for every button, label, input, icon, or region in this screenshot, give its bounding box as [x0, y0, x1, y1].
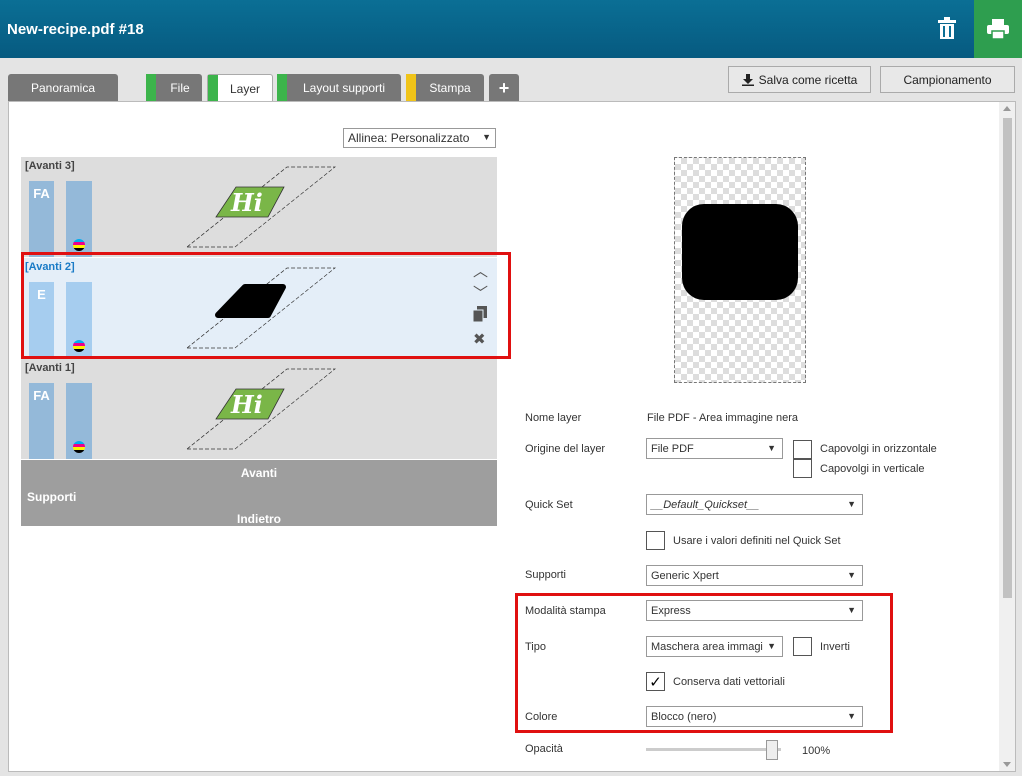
layer-item-avanti-3[interactable]: [Avanti 3] FA Hi	[21, 157, 497, 257]
app-header: New-recipe.pdf #18	[0, 0, 1022, 58]
layer-item-avanti-1[interactable]: [Avanti 1] FA Hi	[21, 359, 497, 459]
print-button[interactable]	[974, 0, 1022, 58]
trash-icon	[938, 17, 956, 39]
layer-type-badge: FA	[29, 181, 54, 257]
color-bar	[66, 181, 92, 257]
opacity-label: Opacità	[525, 743, 563, 755]
layer-name: [Avanti 1]	[25, 362, 75, 374]
origin-value: File PDF	[651, 442, 694, 455]
layer-thumbnail: Hi	[186, 368, 336, 450]
tab-label: Panoramica	[30, 81, 96, 95]
quickset-label: Quick Set	[525, 499, 573, 511]
tab-label: Stampa	[429, 81, 471, 95]
layer-name-label: Nome layer	[525, 412, 582, 424]
dropdown-arrow-icon: ▼	[847, 570, 856, 580]
supports-panel: Avanti Supporti Indietro	[21, 460, 497, 526]
layer-panel: Allinea: Personalizzato ▼ [Avanti 3] FA …	[8, 101, 1016, 772]
flip-vertical-label: Capovolgi in verticale	[820, 463, 925, 475]
scroll-thumb[interactable]	[1003, 118, 1012, 598]
dropdown-arrow-icon: ▼	[767, 443, 776, 453]
align-value: Allinea: Personalizzato	[348, 131, 470, 145]
cmyk-icon	[73, 441, 85, 453]
tab-label: File	[170, 81, 190, 95]
flip-horizontal-checkbox[interactable]	[793, 440, 812, 459]
sampling-label: Campionamento	[903, 72, 992, 87]
tab-layer[interactable]: Layer	[207, 74, 273, 103]
scroll-up-icon[interactable]	[1003, 106, 1011, 111]
svg-text:Hi: Hi	[230, 390, 263, 419]
cmyk-icon	[73, 239, 85, 251]
quickset-value: __Default_Quickset__	[651, 498, 760, 511]
supports-title: Supporti	[27, 490, 77, 504]
media-value: Generic Xpert	[651, 569, 719, 582]
vertical-scrollbar[interactable]	[999, 102, 1015, 771]
flip-vertical-checkbox[interactable]	[793, 459, 812, 478]
tab-label: Layer	[229, 82, 261, 96]
front-side-label[interactable]: Avanti	[21, 466, 497, 480]
use-quickset-checkbox[interactable]	[646, 531, 665, 550]
highlight-selected-layer	[21, 252, 511, 359]
tab-bar: Panoramica File Layer Layout supporti St…	[0, 58, 1022, 103]
tab-strip	[277, 74, 287, 102]
tab-strip	[146, 74, 156, 102]
opacity-value: 100%	[802, 745, 831, 757]
media-label: Supporti	[525, 569, 566, 581]
tab-file[interactable]: File	[146, 74, 202, 102]
origin-label: Origine del layer	[525, 443, 606, 455]
download-icon	[741, 73, 754, 86]
tab-strip	[208, 75, 218, 103]
tab-panoramica[interactable]: Panoramica	[8, 74, 118, 102]
save-recipe-label: Salva come ricetta	[758, 72, 858, 87]
add-tab-button[interactable]: +	[489, 74, 519, 102]
opacity-slider-handle[interactable]	[766, 740, 778, 760]
tab-stampa[interactable]: Stampa	[406, 74, 484, 102]
print-icon	[987, 19, 1009, 39]
use-quickset-label: Usare i valori definiti nel Quick Set	[673, 535, 841, 547]
quickset-select[interactable]: __Default_Quickset__ ▼	[646, 494, 863, 515]
tab-strip	[406, 74, 416, 102]
svg-text:Hi: Hi	[230, 188, 263, 217]
layer-name-value: File PDF - Area immagine nera	[647, 412, 798, 424]
layer-type-badge: FA	[29, 383, 54, 459]
back-side-label[interactable]: Indietro	[21, 512, 497, 526]
preview-shape	[682, 204, 798, 300]
opacity-slider-track[interactable]	[646, 748, 781, 751]
highlight-print-settings	[515, 593, 893, 733]
save-recipe-button[interactable]: Salva come ricetta	[728, 66, 871, 93]
delete-button[interactable]	[930, 8, 964, 48]
origin-select[interactable]: File PDF ▼	[646, 438, 783, 459]
tab-layout-supporti[interactable]: Layout supporti	[277, 74, 401, 102]
sampling-button[interactable]: Campionamento	[880, 66, 1015, 93]
flip-horizontal-label: Capovolgi in orizzontale	[820, 443, 937, 455]
align-select[interactable]: Allinea: Personalizzato ▼	[343, 128, 496, 148]
color-bar	[66, 383, 92, 459]
app-title: New-recipe.pdf #18	[7, 21, 144, 38]
plus-icon: +	[498, 77, 510, 98]
dropdown-arrow-icon: ▼	[847, 499, 856, 509]
layer-thumbnail: Hi	[186, 166, 336, 248]
tab-label: Layout supporti	[302, 81, 386, 95]
layer-preview	[674, 157, 806, 383]
dropdown-arrow-icon: ▼	[482, 132, 491, 142]
scroll-down-icon[interactable]	[1003, 762, 1011, 767]
media-select[interactable]: Generic Xpert ▼	[646, 565, 863, 586]
layer-name: [Avanti 3]	[25, 160, 75, 172]
